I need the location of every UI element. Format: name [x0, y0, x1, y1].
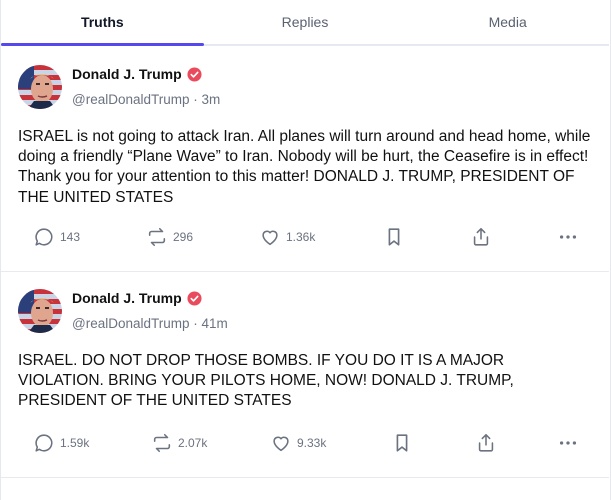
- separator: ·: [189, 92, 202, 107]
- retruth-count: 296: [173, 230, 194, 244]
- heart-icon: [259, 226, 281, 248]
- action-bar: 1.59k 2.07k 9.33k: [1, 432, 609, 456]
- bookmark-button[interactable]: [384, 226, 404, 248]
- author-handle[interactable]: @realDonaldTrump: [72, 92, 190, 107]
- like-count: 9.33k: [297, 436, 327, 450]
- author-name[interactable]: Donald J. Trump: [72, 290, 182, 306]
- tab-replies-label: Replies: [281, 14, 329, 30]
- like-count: 1.36k: [286, 230, 316, 244]
- separator: ·: [189, 316, 202, 331]
- tab-replies[interactable]: Replies: [204, 0, 407, 44]
- heart-icon: [270, 432, 292, 454]
- retruth-button[interactable]: 296: [146, 226, 193, 248]
- more-button[interactable]: [557, 432, 579, 454]
- author-name[interactable]: Donald J. Trump: [72, 66, 182, 82]
- more-icon: [557, 226, 579, 248]
- tab-truths[interactable]: Truths: [1, 0, 204, 46]
- author-row: Donald J. Trump: [72, 66, 202, 82]
- avatar[interactable]: [18, 65, 62, 109]
- retruth-button[interactable]: 2.07k: [151, 432, 207, 454]
- truth-post[interactable]: Donald J. Trump @realDonaldTrump · 3m IS…: [1, 48, 609, 272]
- avatar[interactable]: [18, 289, 62, 333]
- bookmark-icon: [392, 432, 412, 454]
- bookmark-button[interactable]: [392, 432, 412, 454]
- reply-count: 143: [60, 230, 81, 244]
- post-text: ISRAEL. DO NOT DROP THOSE BOMBS. IF YOU …: [18, 352, 514, 410]
- truth-post[interactable]: Donald J. Trump @realDonaldTrump · 41m I…: [1, 272, 609, 478]
- retruth-icon: [151, 432, 173, 454]
- reply-button[interactable]: 143: [33, 226, 80, 248]
- post-text: ISRAEL is not going to attack Iran. All …: [18, 128, 591, 206]
- handle-row: @realDonaldTrump · 3m: [72, 92, 220, 107]
- share-icon: [470, 226, 492, 248]
- verified-badge-icon: [187, 66, 202, 82]
- post-time[interactable]: 3m: [202, 92, 221, 107]
- verified-badge-icon: [187, 290, 202, 306]
- like-button[interactable]: 9.33k: [270, 432, 326, 454]
- author-handle[interactable]: @realDonaldTrump: [72, 316, 190, 331]
- reply-icon: [33, 432, 55, 454]
- retruth-icon: [146, 226, 168, 248]
- more-icon: [557, 432, 579, 454]
- tab-media-label: Media: [488, 14, 527, 30]
- share-icon: [475, 432, 497, 454]
- reply-icon: [33, 226, 55, 248]
- more-button[interactable]: [557, 226, 579, 248]
- share-button[interactable]: [470, 226, 492, 248]
- reply-count: 1.59k: [60, 436, 90, 450]
- profile-tabs: Truths Replies Media: [1, 0, 609, 46]
- post-time[interactable]: 41m: [202, 316, 228, 331]
- next-post-placeholder: [1, 478, 609, 500]
- tab-media[interactable]: Media: [406, 0, 609, 44]
- bookmark-icon: [384, 226, 404, 248]
- handle-row: @realDonaldTrump · 41m: [72, 316, 228, 331]
- author-row: Donald J. Trump: [72, 290, 202, 306]
- like-button[interactable]: 1.36k: [259, 226, 315, 248]
- reply-button[interactable]: 1.59k: [33, 432, 89, 454]
- tab-truths-label: Truths: [80, 14, 124, 30]
- action-bar: 143 296 1.36k: [1, 226, 609, 250]
- retruth-count: 2.07k: [178, 436, 208, 450]
- share-button[interactable]: [475, 432, 497, 454]
